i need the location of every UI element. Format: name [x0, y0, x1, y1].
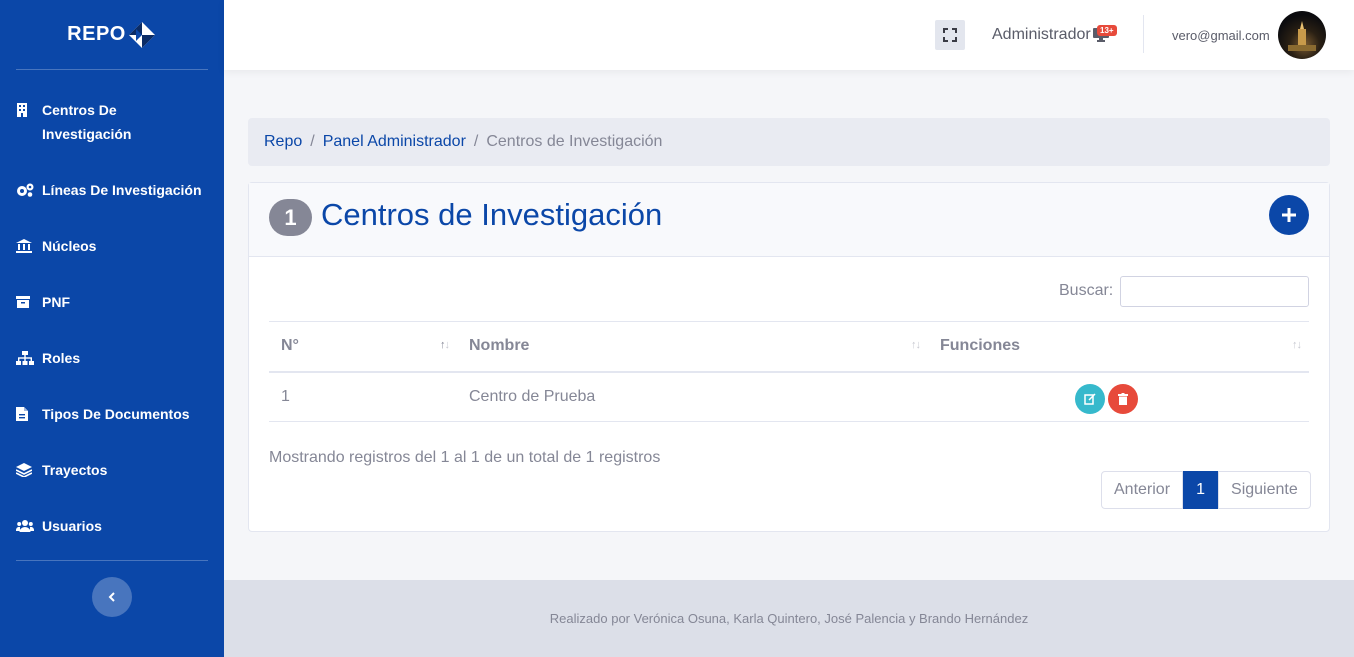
sidebar-item-label: Trayectos	[42, 462, 108, 478]
expand-icon	[943, 28, 957, 42]
table-info: Mostrando registros del 1 al 1 de un tot…	[269, 449, 661, 466]
sort-icon: ↑↓	[1292, 339, 1302, 351]
pagination-page[interactable]: 1	[1183, 471, 1219, 509]
sidebar-divider	[16, 560, 208, 561]
user-email[interactable]: vero@gmail.com	[1172, 28, 1270, 43]
sidebar-toggle-button[interactable]	[92, 577, 132, 617]
sidebar-item-label: Roles	[42, 350, 81, 366]
pagination-next[interactable]: Siguiente	[1218, 471, 1311, 509]
column-header-nombre[interactable]: Nombre ↑↓	[457, 321, 928, 373]
sidebar-item-label: PNF	[42, 294, 70, 310]
brand-mark-icon	[128, 21, 155, 48]
table-row: 1 Centro de Prueba	[269, 371, 1309, 422]
data-table: N° ↑↓ Nombre ↑↓ Funciones ↑↓ 1 Centro de…	[269, 321, 1309, 422]
sidebar-item-label: Usuarios	[42, 518, 102, 534]
column-label: N°	[281, 337, 299, 355]
breadcrumb-current: Centros de Investigación	[486, 133, 663, 150]
page-title: Centros de Investigación	[321, 197, 663, 232]
breadcrumb: Repo / Panel Administrador / Centros de …	[248, 118, 1330, 166]
archive-icon	[16, 290, 34, 314]
user-role-label[interactable]: Administrador	[992, 26, 1091, 44]
avatar[interactable]	[1278, 11, 1326, 59]
sidebar-item-label: Centros De Investigación	[42, 102, 132, 142]
sidebar-item-centros[interactable]: Centros De Investigación	[0, 98, 224, 146]
plus-icon	[1282, 208, 1296, 222]
users-icon	[16, 514, 34, 538]
topbar-divider	[1143, 15, 1144, 53]
sidebar-item-usuarios[interactable]: Usuarios	[0, 514, 224, 538]
document-icon	[16, 402, 34, 426]
search-label: Buscar:	[1059, 282, 1114, 299]
notification-badge: 13+	[1097, 25, 1117, 36]
sort-icon: ↑↓	[440, 339, 450, 351]
building-icon	[16, 98, 34, 122]
column-label: Nombre	[469, 337, 530, 355]
brand-logo[interactable]: REPO	[16, 0, 208, 70]
count-badge: 1	[269, 199, 312, 236]
breadcrumb-separator: /	[473, 133, 479, 150]
sidebar-item-trayectos[interactable]: Trayectos	[0, 458, 224, 482]
sidebar: REPO Centros De Investigación Líneas De …	[0, 0, 224, 657]
topbar: Administrador 13+ vero@gmail.com	[224, 0, 1354, 70]
gears-icon	[16, 178, 34, 202]
breadcrumb-separator: /	[310, 133, 315, 150]
search-input[interactable]	[1120, 276, 1309, 307]
cell-actions	[928, 371, 1309, 422]
pagination: Anterior 1 Siguiente	[1101, 471, 1311, 509]
sidebar-nav: Centros De Investigación Líneas De Inves…	[0, 98, 224, 538]
sidebar-item-lineas[interactable]: Líneas De Investigación	[0, 178, 224, 202]
column-header-funciones[interactable]: Funciones ↑↓	[928, 321, 1309, 373]
delete-button[interactable]	[1108, 383, 1138, 414]
breadcrumb-link-panel[interactable]: Panel Administrador	[323, 133, 466, 151]
avatar-image	[1288, 21, 1316, 51]
column-header-num[interactable]: N° ↑↓	[269, 321, 457, 373]
sidebar-item-nucleos[interactable]: Núcleos	[0, 234, 224, 258]
institution-icon	[16, 234, 34, 258]
card-header: 1 Centros de Investigación	[249, 183, 1329, 257]
trash-icon	[1118, 392, 1128, 405]
sidebar-item-label: Núcleos	[42, 238, 97, 254]
sort-icon: ↑↓	[911, 339, 921, 351]
centros-card: 1 Centros de Investigación Buscar: N° ↑↓…	[248, 182, 1330, 532]
chevron-left-icon	[108, 592, 115, 602]
breadcrumb-link-repo[interactable]: Repo	[264, 133, 302, 151]
sidebar-item-label: Líneas De Investigación	[42, 182, 202, 198]
sidebar-item-label: Tipos De Documentos	[42, 406, 190, 422]
layers-icon	[16, 458, 34, 482]
sidebar-item-pnf[interactable]: PNF	[0, 290, 224, 314]
column-label: Funciones	[940, 337, 1021, 355]
add-button[interactable]	[1269, 195, 1309, 235]
sidebar-item-tipos-documentos[interactable]: Tipos De Documentos	[0, 402, 224, 426]
sidebar-item-roles[interactable]: Roles	[0, 346, 224, 370]
footer-credits: Realizado por Verónica Osuna, Karla Quin…	[549, 611, 1029, 626]
fullscreen-button[interactable]	[935, 20, 965, 50]
cell-num: 1	[269, 371, 457, 422]
edit-icon	[1084, 393, 1096, 405]
brand-name: REPO	[67, 23, 126, 45]
edit-button[interactable]	[1075, 383, 1105, 414]
cell-name: Centro de Prueba	[457, 371, 928, 422]
footer: Realizado por Verónica Osuna, Karla Quin…	[224, 580, 1354, 657]
pagination-prev[interactable]: Anterior	[1101, 471, 1184, 509]
sitemap-icon	[16, 346, 34, 370]
table-header-row: N° ↑↓ Nombre ↑↓ Funciones ↑↓	[269, 321, 1309, 373]
